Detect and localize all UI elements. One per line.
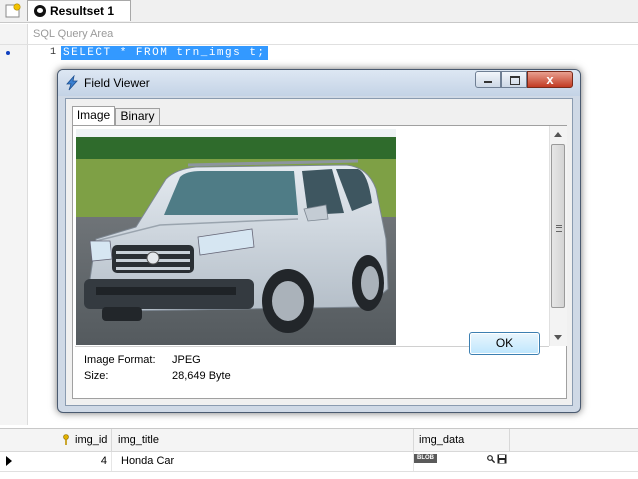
- column-label: img_id: [75, 434, 108, 446]
- tab-label: Resultset 1: [50, 4, 115, 18]
- query-area-header: SQL Query Area: [0, 24, 638, 44]
- minimize-button[interactable]: [475, 71, 501, 88]
- column-label: img_data: [419, 434, 465, 446]
- dialog-titlebar[interactable]: Field Viewer x: [58, 70, 580, 96]
- blob-badge[interactable]: BLOB: [414, 454, 437, 463]
- vertical-scrollbar[interactable]: [549, 126, 567, 346]
- scroll-thumb[interactable]: [551, 144, 565, 308]
- column-header-img-id[interactable]: img_id: [0, 429, 112, 451]
- dialog-body: Image Binary Image Format: JPEG Size: 28…: [65, 98, 573, 406]
- car-photo: [76, 129, 396, 345]
- column-label: img_title: [118, 434, 159, 446]
- key-icon: [63, 434, 69, 445]
- size-value: 28,649 Byte: [172, 370, 231, 382]
- field-viewer-dialog: Field Viewer x Image Binary Image Format…: [57, 69, 581, 413]
- table-row[interactable]: 4 Honda Car BLOB: [0, 452, 638, 472]
- result-grid: img_id img_title img_data 4 Honda Car BL…: [0, 428, 638, 479]
- close-button[interactable]: x: [527, 71, 573, 88]
- tab-resultset-1[interactable]: Resultset 1: [27, 0, 131, 21]
- size-label: Size:: [84, 370, 109, 382]
- editor-gutter: [0, 45, 28, 425]
- maximize-button[interactable]: [501, 71, 527, 88]
- save-icon[interactable]: [497, 454, 507, 464]
- tab-image[interactable]: Image: [72, 106, 115, 126]
- tab-binary[interactable]: Binary: [115, 108, 160, 125]
- scroll-up-icon[interactable]: [554, 132, 562, 137]
- result-tab-strip: Resultset 1: [0, 0, 638, 23]
- cell-img-id[interactable]: 4: [14, 452, 112, 471]
- gutter-header: [0, 24, 28, 44]
- new-tab-icon[interactable]: [4, 3, 22, 19]
- dialog-title: Field Viewer: [84, 76, 150, 90]
- column-header-img-title[interactable]: img_title: [112, 429, 414, 451]
- current-line-marker: [6, 51, 10, 55]
- magnifier-icon[interactable]: [487, 455, 495, 463]
- query-area-title: SQL Query Area: [33, 28, 114, 40]
- image-format-label: Image Format:: [84, 354, 156, 366]
- image-format-value: JPEG: [172, 354, 201, 366]
- line-number: 1: [49, 47, 56, 58]
- lightning-icon: [66, 75, 78, 91]
- scroll-down-icon[interactable]: [554, 335, 562, 340]
- column-header-img-data[interactable]: img_data: [414, 429, 510, 451]
- grid-header: img_id img_title img_data: [0, 429, 638, 452]
- row-pointer-icon: [6, 456, 12, 466]
- image-viewport: [75, 128, 549, 347]
- resultset-icon: [34, 5, 46, 17]
- close-icon: x: [546, 72, 554, 87]
- grip-icon: [556, 225, 562, 232]
- image-panel: Image Format: JPEG Size: 28,649 Byte: [72, 125, 567, 399]
- sql-code-line[interactable]: SELECT * FROM trn_imgs t;: [61, 46, 268, 60]
- cell-img-title[interactable]: Honda Car: [112, 452, 414, 471]
- ok-button[interactable]: OK: [469, 332, 540, 355]
